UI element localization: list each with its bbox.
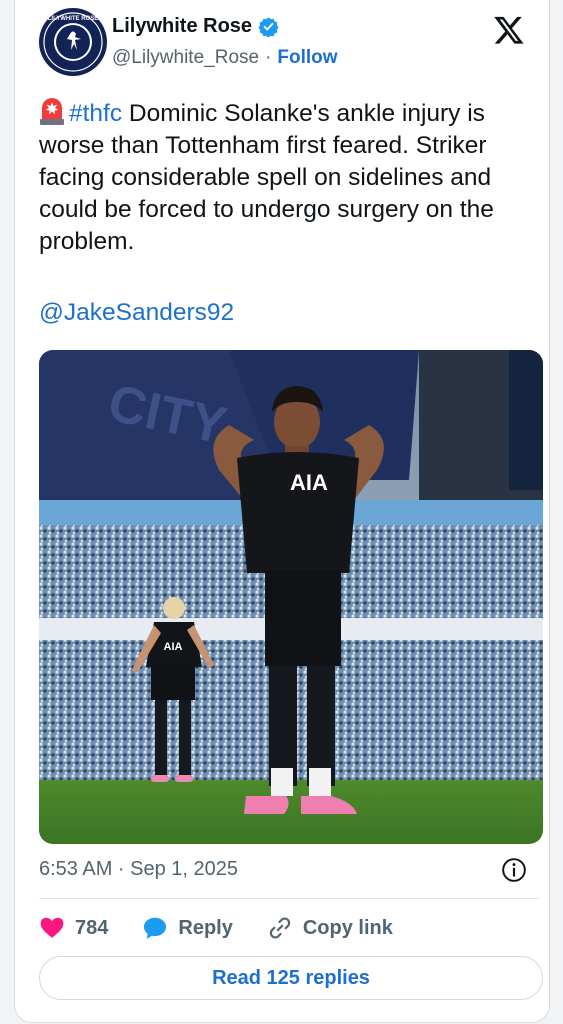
siren-icon bbox=[40, 98, 64, 125]
read-replies-button[interactable]: Read 125 replies bbox=[39, 956, 543, 1000]
copy-link-label: Copy link bbox=[302, 916, 393, 939]
like-button[interactable]: 784 bbox=[39, 915, 108, 941]
copy-link-button[interactable]: Copy link bbox=[267, 915, 393, 941]
action-bar: 784 Reply Copy link bbox=[39, 913, 427, 943]
tweet-card: LILYWHITE ROSE Lilywhite Rose @Lilywhite… bbox=[14, 0, 550, 1023]
avatar-logo-icon: LILYWHITE ROSE bbox=[40, 9, 106, 75]
separator: · bbox=[265, 47, 272, 68]
reply-label: Reply bbox=[178, 916, 233, 939]
avatar[interactable]: LILYWHITE ROSE bbox=[39, 8, 107, 76]
author-name-row: Lilywhite Rose bbox=[112, 15, 279, 38]
tweet-timestamp[interactable]: 6:53 AM · Sep 1, 2025 bbox=[39, 858, 238, 881]
handle-row: @Lilywhite_Rose · Follow bbox=[112, 47, 338, 69]
tweet-text: #thfc Dominic Solanke's ankle injury is … bbox=[39, 96, 531, 258]
display-name[interactable]: Lilywhite Rose bbox=[112, 15, 252, 38]
handle[interactable]: @Lilywhite_Rose bbox=[112, 47, 259, 69]
hashtag-link[interactable]: #thfc bbox=[69, 100, 122, 127]
mention-link[interactable]: @JakeSanders92 bbox=[39, 299, 234, 327]
x-logo-icon[interactable] bbox=[493, 14, 525, 46]
shirt-text: AIA bbox=[290, 470, 328, 495]
background-shirt-text: AIA bbox=[164, 641, 183, 653]
verified-badge-icon bbox=[258, 17, 279, 37]
heart-icon bbox=[40, 917, 64, 938]
follow-button[interactable]: Follow bbox=[277, 47, 337, 69]
like-count: 784 bbox=[75, 916, 109, 939]
link-icon bbox=[269, 917, 290, 939]
avatar-text: LILYWHITE ROSE bbox=[48, 16, 98, 22]
photo-image: CITY AIA AIA bbox=[39, 350, 543, 844]
info-icon[interactable] bbox=[501, 857, 527, 883]
reply-button[interactable]: Reply bbox=[142, 915, 233, 941]
tweet-photo[interactable]: CITY AIA AIA bbox=[39, 350, 543, 844]
reply-bubble-icon bbox=[144, 917, 167, 939]
divider bbox=[39, 898, 539, 899]
